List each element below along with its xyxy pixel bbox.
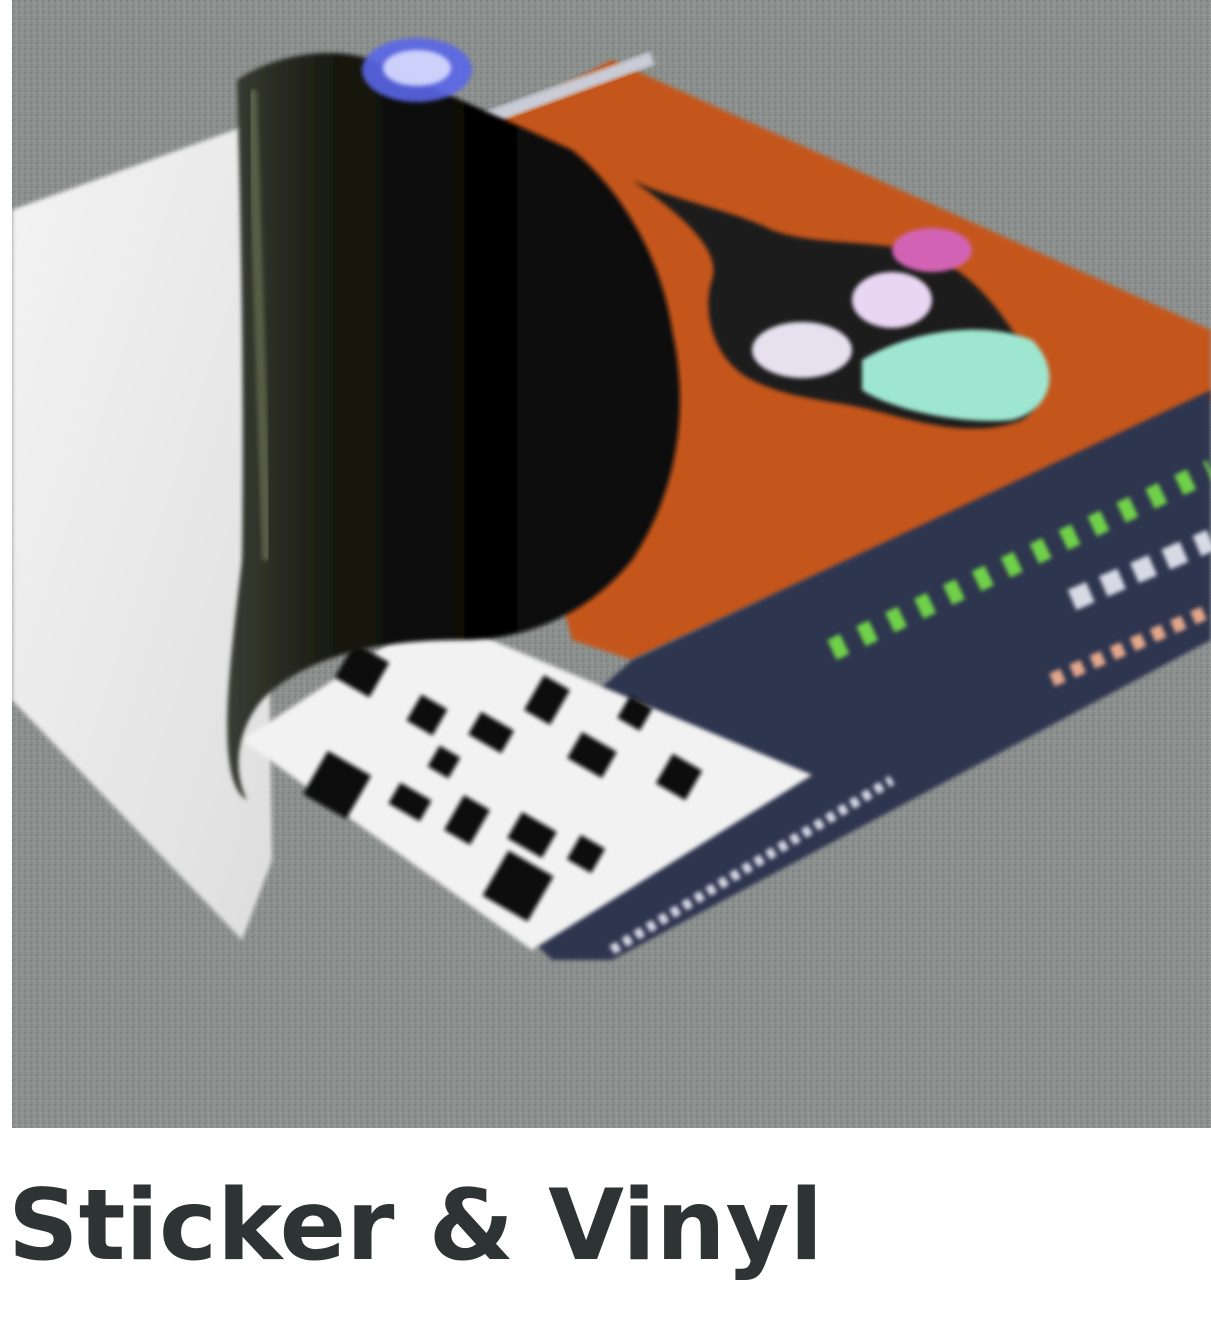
sticker-photo (12, 0, 1211, 1128)
product-title[interactable]: Sticker & Vinyl (8, 1170, 823, 1283)
product-card[interactable]: Sticker & Vinyl (0, 0, 1211, 1321)
product-image[interactable] (12, 0, 1211, 1128)
